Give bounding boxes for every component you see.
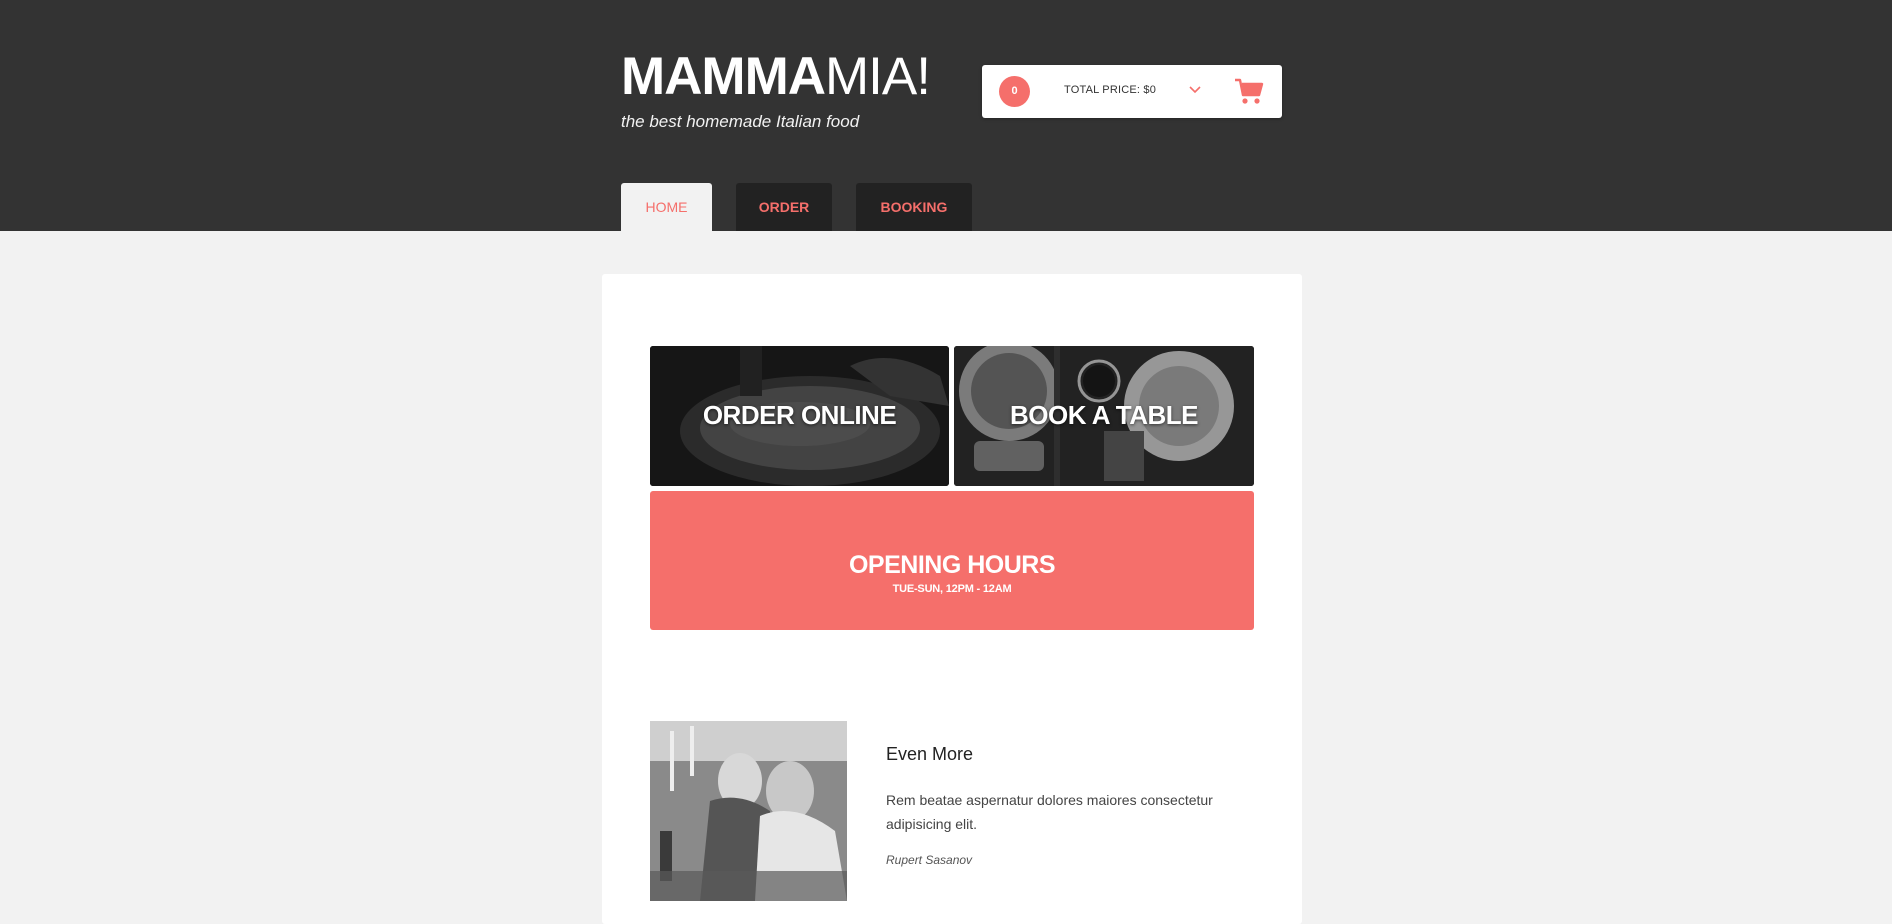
site-header: MAMMAMIA! the best homemade Italian food…: [0, 0, 1892, 231]
logo-light-text: MIA!: [825, 47, 931, 106]
tab-booking[interactable]: BOOKING: [856, 183, 972, 231]
cart-total-price: TOTAL PRICE: $0: [1064, 84, 1157, 96]
testimonial-photo: [650, 721, 847, 901]
book-table-label: BOOK A TABLE: [1009, 400, 1199, 430]
opening-hours-text: TUE-SUN, 12PM - 12AM: [892, 583, 1012, 595]
order-online-tile[interactable]: ORDER ONLINE: [650, 346, 949, 486]
cart-widget[interactable]: 0 TOTAL PRICE: $0: [982, 65, 1282, 118]
logo[interactable]: MAMMAMIA!: [621, 47, 931, 106]
chevron-down-icon[interactable]: [1188, 83, 1202, 97]
tagline: the best homemade Italian food: [621, 112, 860, 131]
book-table-tile[interactable]: BOOK A TABLE: [954, 346, 1254, 486]
opening-hours-title: OPENING HOURS: [848, 551, 1056, 579]
cart-icon[interactable]: [1234, 78, 1264, 105]
order-online-label: ORDER ONLINE: [702, 400, 897, 430]
opening-hours-tile: OPENING HOURS TUE-SUN, 12PM - 12AM: [650, 491, 1254, 630]
testimonial-author: Rupert Sasanov: [886, 853, 973, 867]
tab-order[interactable]: ORDER: [736, 183, 832, 231]
testimonial-title: Even More: [886, 744, 974, 764]
main-content: ORDER ONLINE BOOK A TABLE OPENING HOURS …: [602, 274, 1302, 924]
testimonial-text: Rem beatae aspernatur dolores maiores co…: [886, 792, 1213, 832]
cart-count-badge: 0: [999, 76, 1030, 107]
tab-home[interactable]: HOME: [621, 183, 712, 231]
logo-bold-text: MAMMA: [621, 47, 826, 106]
